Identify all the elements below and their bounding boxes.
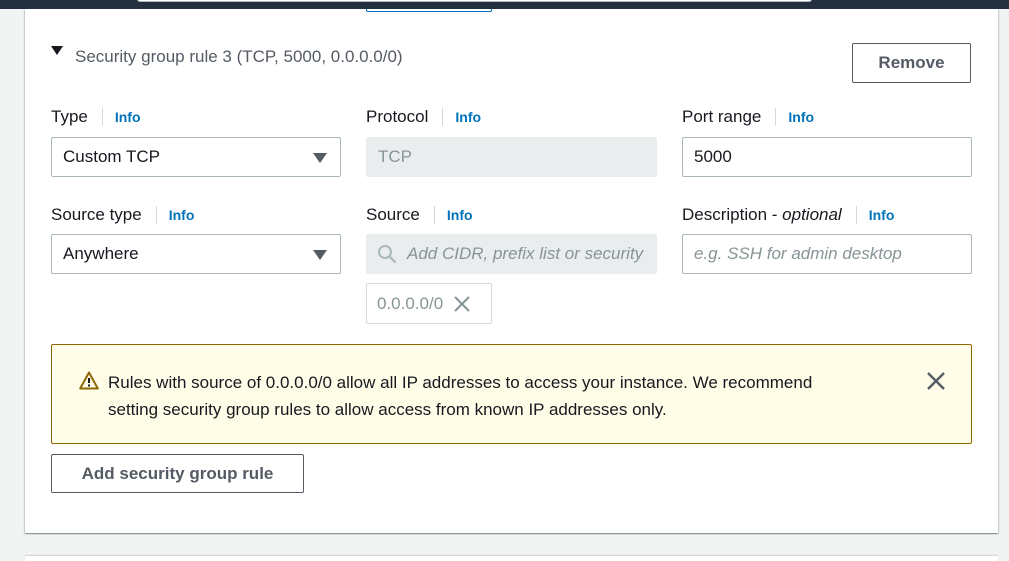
type-label-text: Type (51, 107, 88, 126)
warning-icon (79, 371, 99, 390)
type-select-value: Custom TCP (63, 147, 160, 166)
description-label-main: Description (682, 205, 768, 224)
description-label-optional: optional (782, 205, 842, 224)
alert-message: Rules with source of 0.0.0.0/0 allow all… (108, 369, 868, 423)
description-label-text: Description - optional (682, 205, 842, 224)
source-type-select-value: Anywhere (63, 244, 139, 263)
label-divider (855, 206, 857, 224)
protocol-label-text: Protocol (366, 107, 429, 126)
source-token-value: 0.0.0.0/0 (377, 293, 444, 313)
source-label: Source Info (366, 205, 473, 225)
protocol-field: TCP (366, 137, 657, 177)
open-access-warning-alert: Rules with source of 0.0.0.0/0 allow all… (51, 344, 972, 444)
description-input[interactable]: e.g. SSH for admin desktop (682, 234, 972, 274)
type-info-link[interactable]: Info (115, 109, 141, 125)
search-icon (377, 244, 397, 264)
close-icon[interactable] (453, 295, 471, 313)
type-select[interactable]: Custom TCP (51, 137, 341, 177)
description-label: Description - optional Info (682, 205, 894, 225)
label-divider (155, 206, 157, 224)
next-panel-edge (25, 556, 998, 561)
description-info-link[interactable]: Info (869, 207, 895, 223)
protocol-label: Protocol Info (366, 107, 481, 127)
remove-rule-button[interactable]: Remove (852, 43, 971, 83)
rule-title: Security group rule 3 (TCP, 5000, 0.0.0.… (75, 47, 403, 66)
type-label: Type Info (51, 107, 141, 127)
previous-control-edge[interactable] (366, 9, 492, 12)
source-info-link[interactable]: Info (447, 207, 473, 223)
alert-message-line-2: setting security group rules to allow ac… (108, 400, 667, 419)
port-range-input[interactable]: 5000 (682, 137, 972, 177)
label-divider (101, 108, 103, 126)
source-type-label-text: Source type (51, 205, 142, 224)
close-icon[interactable] (926, 371, 946, 391)
label-divider (775, 108, 777, 126)
alert-message-line-1: Rules with source of 0.0.0.0/0 allow all… (108, 373, 813, 392)
protocol-info-link[interactable]: Info (455, 109, 481, 125)
source-search-placeholder: Add CIDR, prefix list or security (407, 244, 644, 263)
add-security-group-rule-button[interactable]: Add security group rule (51, 454, 304, 493)
source-label-text: Source (366, 205, 420, 224)
source-type-label: Source type Info (51, 205, 194, 225)
top-nav-bar (0, 0, 1009, 9)
port-range-value: 5000 (694, 147, 732, 166)
source-search-input[interactable]: Add CIDR, prefix list or security (366, 234, 657, 274)
label-divider (442, 108, 444, 126)
protocol-value: TCP (378, 147, 412, 166)
description-placeholder: e.g. SSH for admin desktop (694, 244, 902, 263)
chevron-down-icon (313, 250, 327, 260)
rule-header[interactable]: Security group rule 3 (TCP, 5000, 0.0.0.… (51, 44, 403, 66)
label-divider (433, 206, 435, 224)
chevron-down-icon (313, 153, 327, 163)
port-range-info-link[interactable]: Info (788, 109, 814, 125)
caret-down-icon[interactable] (51, 45, 63, 55)
global-search-bar-edge[interactable] (137, 0, 812, 2)
source-type-info-link[interactable]: Info (169, 207, 195, 223)
source-token: 0.0.0.0/0 (366, 283, 492, 324)
port-range-label: Port range Info (682, 107, 814, 127)
port-range-label-text: Port range (682, 107, 762, 126)
source-type-select[interactable]: Anywhere (51, 234, 341, 274)
